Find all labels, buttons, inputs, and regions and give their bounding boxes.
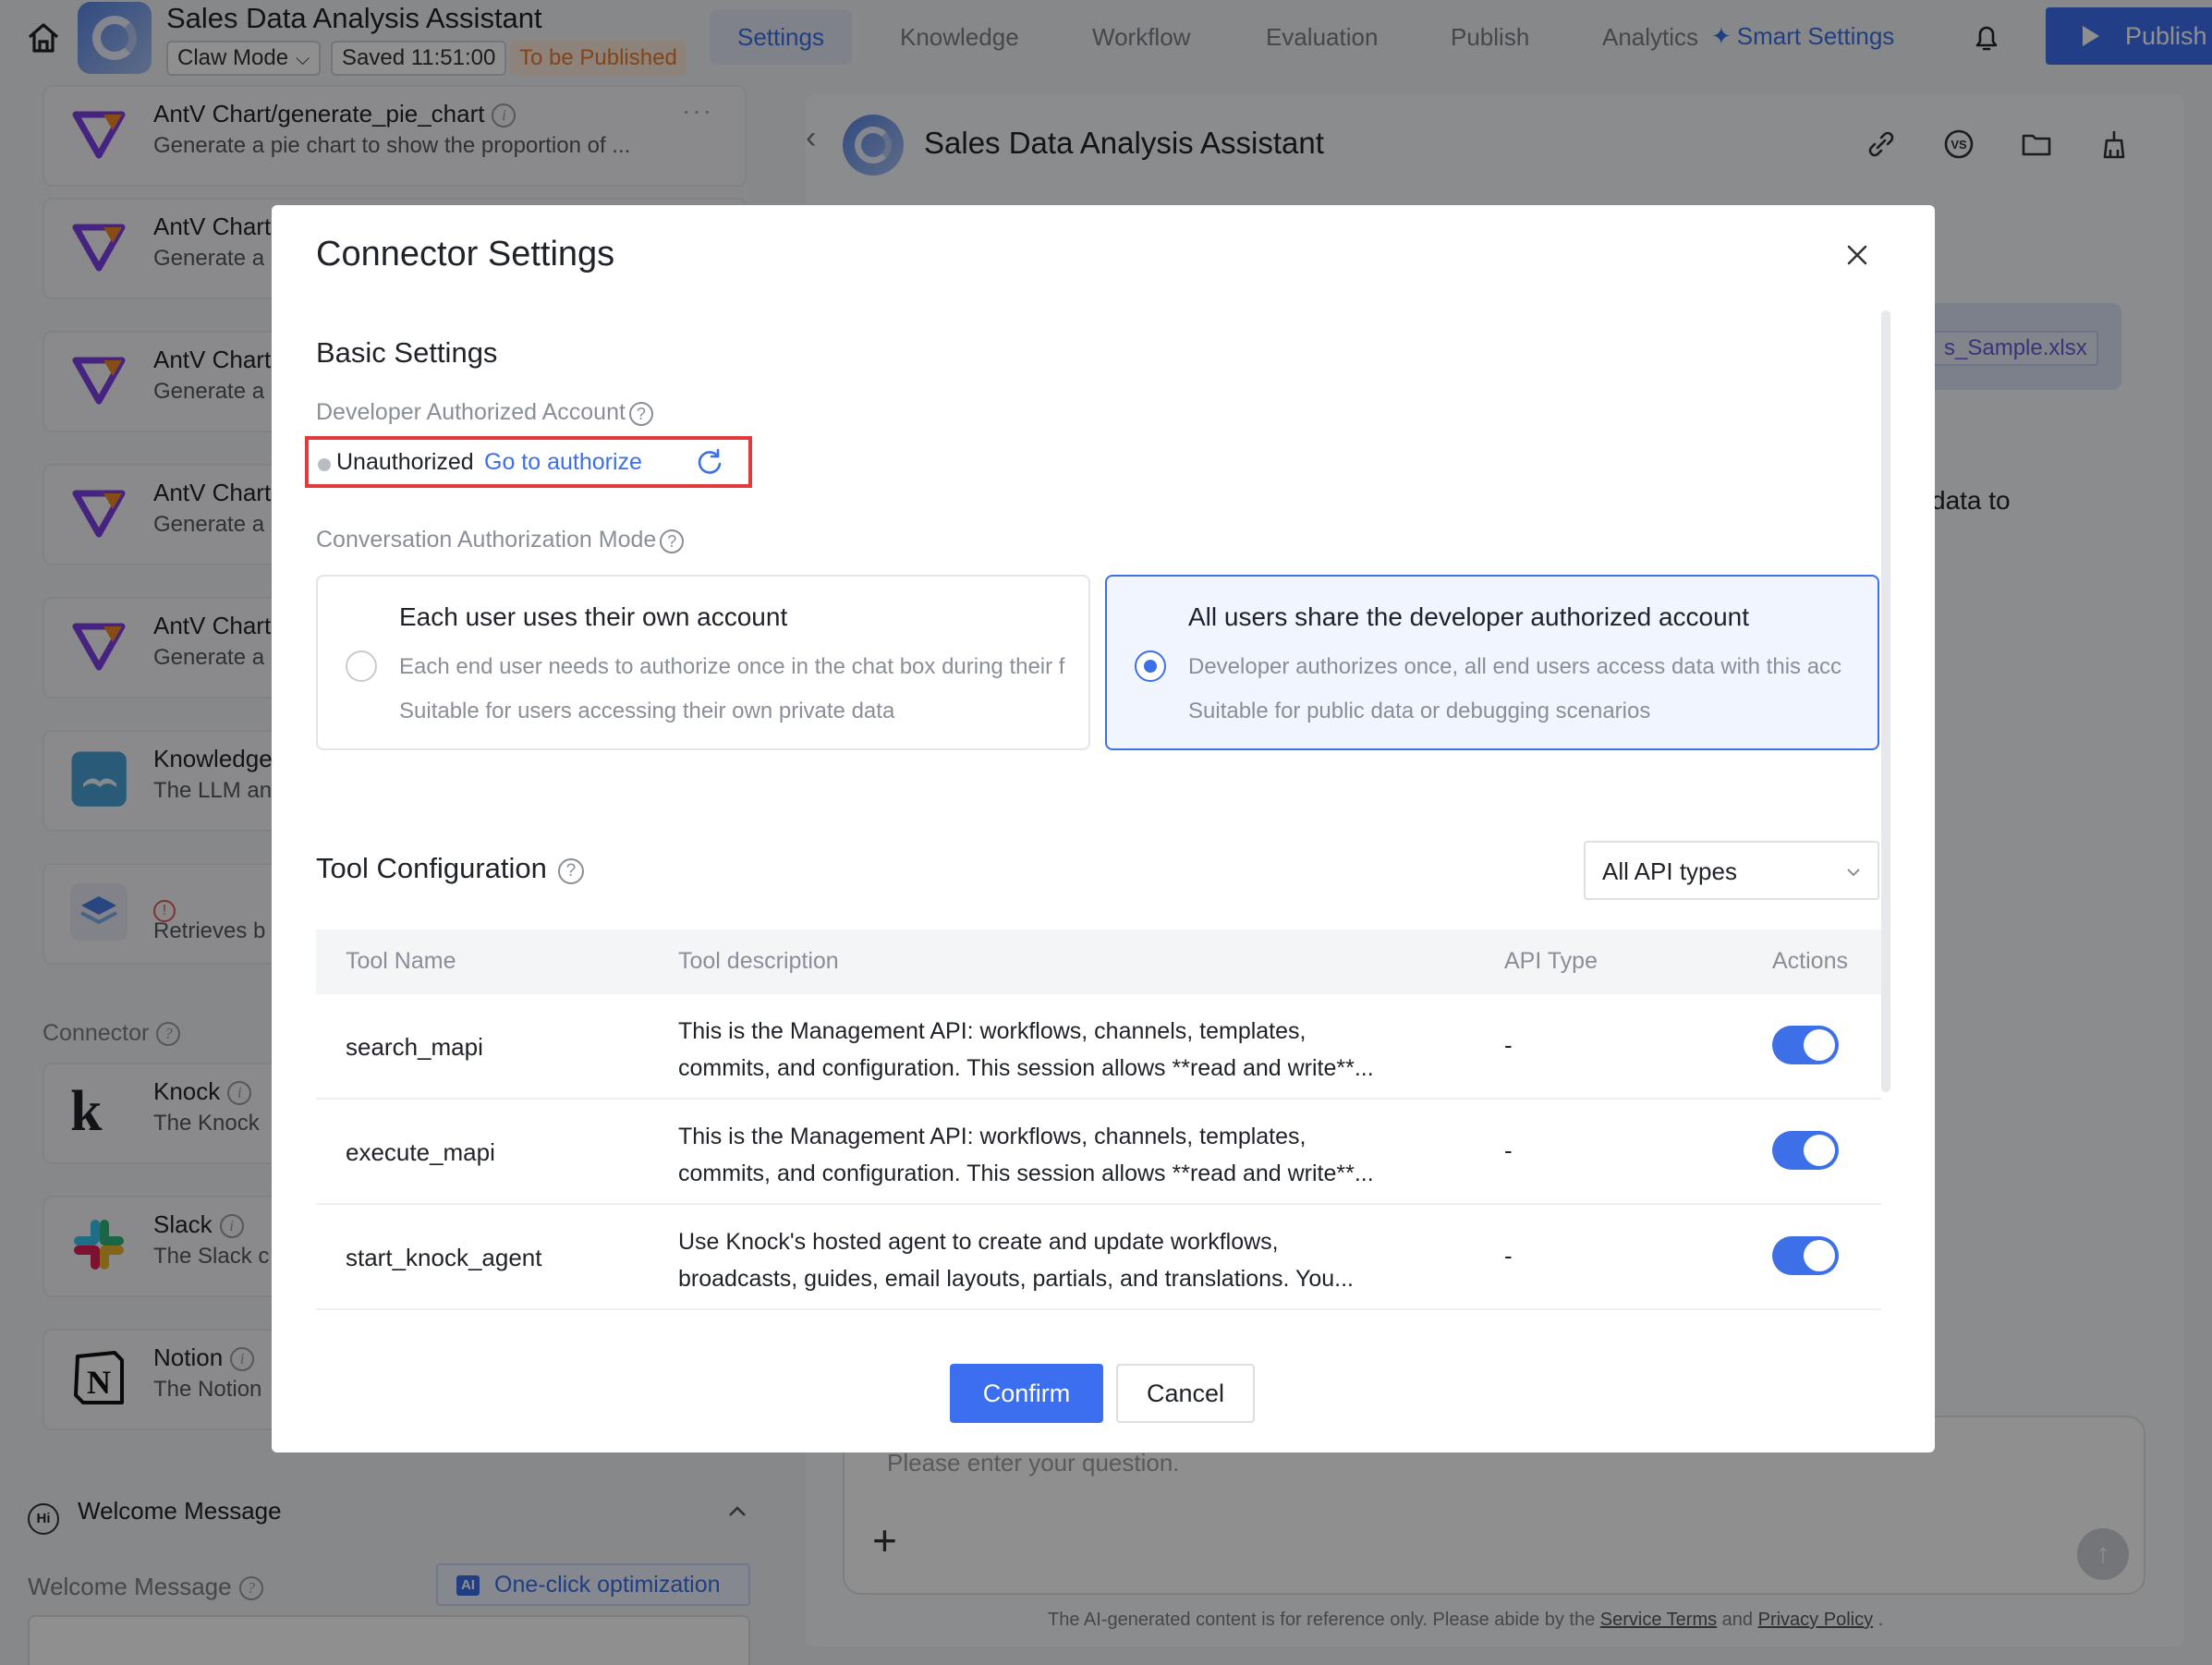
tool-name: start_knock_agent — [346, 1244, 542, 1271]
cancel-button[interactable]: Cancel — [1116, 1364, 1255, 1423]
radio-shared-account[interactable] — [1135, 650, 1166, 682]
column-header: Tool Name — [346, 948, 456, 974]
tool-description: This is the Management API: workflows, c… — [678, 1124, 1374, 1186]
mode-option-desc: Developer authorizes once, all end users… — [1188, 654, 1842, 679]
dialog-title: Connector Settings — [316, 235, 615, 273]
tool-name: search_mapi — [346, 1033, 483, 1061]
column-header: Tool description — [678, 948, 839, 974]
table-header: Tool Name Tool description API Type Acti… — [316, 930, 1881, 994]
refresh-icon[interactable] — [695, 447, 724, 477]
column-header: Actions — [1772, 948, 1848, 974]
authorization-status: Unauthorized — [336, 449, 474, 475]
tool-enable-toggle[interactable] — [1772, 1236, 1839, 1275]
close-icon[interactable] — [1842, 240, 1872, 270]
mode-option-hint: Suitable for users accessing their own p… — [399, 699, 895, 723]
table-row: execute_mapi This is the Management API:… — [316, 1100, 1881, 1205]
basic-settings-heading: Basic Settings — [316, 336, 498, 369]
api-type-value: All API types — [1602, 857, 1737, 885]
tool-enable-toggle[interactable] — [1772, 1131, 1839, 1170]
status-dot — [318, 458, 331, 471]
api-type: - — [1504, 1242, 1513, 1270]
api-type-select[interactable]: All API types — [1584, 841, 1879, 900]
mode-option-hint: Suitable for public data or debugging sc… — [1188, 699, 1651, 723]
mode-option-title: All users share the developer authorized… — [1188, 602, 1750, 631]
mode-option-desc: Each end user needs to authorize once in… — [399, 654, 1065, 679]
tool-description: Use Knock's hosted agent to create and u… — [678, 1229, 1354, 1292]
tool-enable-toggle[interactable] — [1772, 1026, 1839, 1064]
tool-configuration-heading: Tool Configuration? — [316, 852, 584, 885]
tool-name: execute_mapi — [346, 1138, 495, 1166]
table-row: start_knock_agent Use Knock's hosted age… — [316, 1205, 1881, 1310]
conversation-mode-label: Conversation Authorization Mode? — [316, 527, 685, 553]
help-icon[interactable]: ? — [628, 402, 653, 426]
mode-option-shared-account[interactable]: All users share the developer authorized… — [1105, 575, 1879, 750]
help-icon[interactable]: ? — [660, 529, 685, 553]
api-type: - — [1504, 1031, 1513, 1059]
help-icon[interactable]: ? — [557, 858, 584, 884]
mode-option-own-account[interactable]: Each user uses their own account Each en… — [316, 575, 1090, 750]
chevron-down-icon — [1847, 869, 1860, 877]
dialog-scrollbar[interactable] — [1881, 310, 1890, 1092]
api-type: - — [1504, 1136, 1513, 1164]
go-to-authorize-link[interactable]: Go to authorize — [484, 449, 642, 476]
column-header: API Type — [1504, 948, 1598, 974]
mode-option-title: Each user uses their own account — [399, 602, 788, 631]
table-row: search_mapi This is the Management API: … — [316, 994, 1881, 1100]
authorization-status-row: Unauthorized Go to authorize — [305, 436, 752, 488]
connector-settings-dialog: Connector Settings Basic Settings Develo… — [272, 205, 1935, 1452]
radio-own-account[interactable] — [346, 650, 377, 682]
developer-account-label: Developer Authorized Account? — [316, 399, 653, 426]
tool-description: This is the Management API: workflows, c… — [678, 1018, 1374, 1081]
confirm-button[interactable]: Confirm — [950, 1364, 1103, 1423]
